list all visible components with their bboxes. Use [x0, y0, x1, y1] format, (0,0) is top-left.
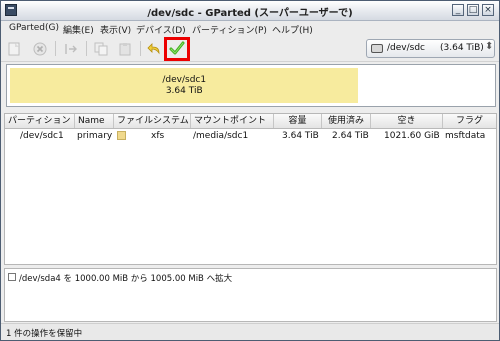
partition-block-sdc1[interactable]: /dev/sdc1 3.64 TiB — [10, 68, 359, 103]
new-partition-icon[interactable] — [5, 40, 23, 58]
cell-name: primary — [77, 131, 113, 141]
resize-operation-icon — [8, 273, 16, 281]
cell-flags: msftdata — [445, 131, 486, 141]
resize-icon[interactable] — [62, 40, 80, 58]
table-header: パーティション Name ファイルシステム マウントポイント 容量 使用済み 空… — [5, 114, 496, 129]
hard-disk-icon — [371, 44, 383, 53]
pending-operations-list: /dev/sda4 を 1000.00 MiB から 1005.00 MiB へ… — [4, 268, 497, 322]
undo-icon[interactable] — [145, 40, 163, 58]
device-name: /dev/sdc — [387, 43, 425, 53]
cell-size: 3.64 TiB — [282, 131, 319, 141]
cell-filesystem: xfs — [151, 131, 165, 141]
toolbar-separator — [86, 41, 87, 56]
gparted-window: /dev/sdc - GParted (スーパーユーザーで) _ □ × GPa… — [0, 0, 500, 341]
partition-block-label: /dev/sdc1 — [162, 75, 207, 85]
menu-device[interactable]: デバイス(D) — [136, 23, 186, 36]
close-button[interactable]: × — [482, 4, 494, 16]
device-selector[interactable]: /dev/sdc (3.64 TiB) ⬍ — [366, 39, 495, 58]
column-flags[interactable]: フラグ — [443, 114, 496, 128]
partition-block-size: 3.64 TiB — [165, 86, 203, 96]
copy-icon[interactable] — [92, 40, 110, 58]
maximize-button[interactable]: □ — [467, 4, 479, 16]
column-mountpoint[interactable]: マウントポイント — [191, 114, 274, 128]
apply-checkmark-icon[interactable] — [168, 40, 186, 58]
cell-free: 1021.60 GiB — [384, 131, 440, 141]
column-free[interactable]: 空き — [371, 114, 443, 128]
column-name[interactable]: Name — [75, 114, 114, 128]
cell-mountpoint: /media/sdc1 — [193, 131, 249, 141]
minimize-button[interactable]: _ — [452, 4, 464, 16]
operation-text: /dev/sda4 を 1000.00 MiB から 1005.00 MiB へ… — [19, 274, 233, 284]
disk-graphic: /dev/sdc1 3.64 TiB — [6, 64, 496, 107]
toolbar-separator — [140, 41, 141, 56]
menu-partition[interactable]: パーティション(P) — [192, 23, 267, 36]
column-size[interactable]: 容量 — [274, 114, 322, 128]
filesystem-color-swatch — [117, 131, 126, 140]
menu-edit[interactable]: 編集(E) — [63, 23, 94, 36]
title-bar: /dev/sdc - GParted (スーパーユーザーで) _ □ × — [1, 1, 499, 21]
menu-view[interactable]: 表示(V) — [100, 23, 131, 36]
status-text: 1 件の操作を保留中 — [6, 329, 83, 339]
partition-table: パーティション Name ファイルシステム マウントポイント 容量 使用済み 空… — [4, 113, 497, 265]
column-used[interactable]: 使用済み — [322, 114, 371, 128]
column-filesystem[interactable]: ファイルシステム — [114, 114, 191, 128]
cell-used: 2.64 TiB — [332, 131, 369, 141]
menu-help[interactable]: ヘルプ(H) — [272, 23, 313, 36]
window-title: /dev/sdc - GParted (スーパーユーザーで) — [147, 8, 353, 19]
delete-icon[interactable] — [31, 40, 49, 58]
status-bar: 1 件の操作を保留中 — [1, 323, 499, 340]
paste-icon[interactable] — [116, 40, 134, 58]
device-size: (3.64 TiB) — [440, 43, 484, 53]
menu-bar: GParted(G) 編集(E) 表示(V) デバイス(D) パーティション(P… — [1, 21, 499, 36]
menu-gparted[interactable]: GParted(G) — [9, 23, 59, 33]
chevron-updown-icon: ⬍ — [485, 41, 494, 52]
column-partition[interactable]: パーティション — [5, 114, 75, 128]
toolbar-separator — [55, 41, 56, 56]
cell-partition: /dev/sdc1 — [20, 131, 64, 141]
